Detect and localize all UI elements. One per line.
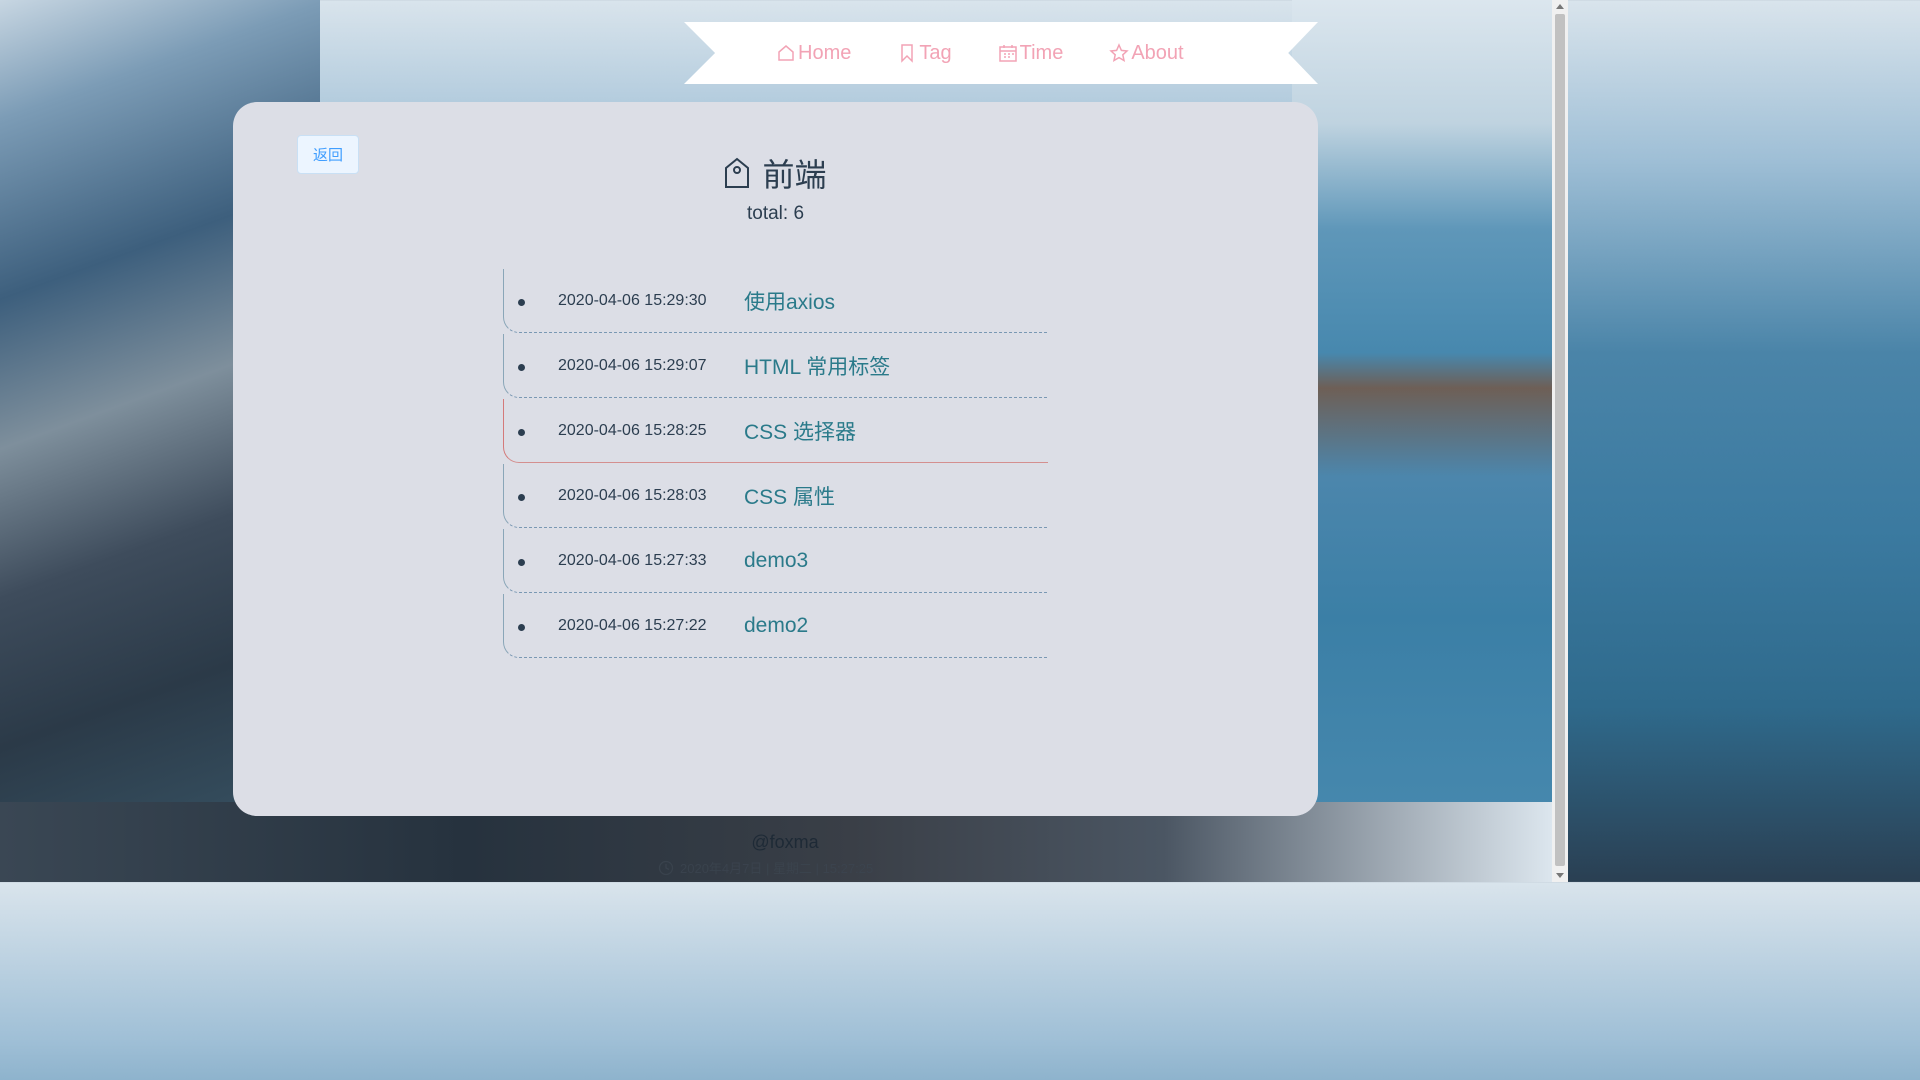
bullet-dot (518, 624, 525, 631)
post-date: 2020-04-06 15:27:33 (558, 551, 707, 569)
nav-item-about[interactable]: About (1109, 41, 1184, 65)
tag-name: 前端 (762, 157, 827, 193)
post-timeline: 2020-04-06 15:29:30 使用axios 2020-04-06 1… (503, 269, 1048, 659)
list-item: 2020-04-06 15:28:03 CSS 属性 (503, 464, 1048, 528)
vertical-scrollbar[interactable] (1552, 0, 1568, 882)
clock-icon (658, 860, 674, 875)
post-total-count: total: 6 (746, 203, 805, 224)
calendar-icon (998, 45, 1017, 62)
top-navigation: Home Tag Time About (684, 22, 1318, 84)
bullet-dot (518, 429, 525, 436)
nav-item-label: Tag (919, 41, 952, 64)
bullet-dot (518, 559, 525, 566)
page-title: 前端 (233, 150, 1318, 196)
post-title-link[interactable]: demo3 (744, 549, 808, 573)
footer-datetime: 2020年4月7日 | 星期二 | 15:27:25 (680, 861, 874, 876)
tag-icon (725, 157, 750, 188)
list-item: 2020-04-06 15:27:22 demo2 (503, 594, 1048, 658)
nav-item-time[interactable]: Time (998, 41, 1064, 65)
footer-clock: 2020年4月7日 | 星期二 | 15:27:25 (658, 858, 873, 877)
list-item: 2020-04-06 15:28:25 CSS 选择器 (503, 399, 1048, 463)
post-title-link[interactable]: demo2 (744, 614, 808, 638)
post-title-link[interactable]: CSS 选择器 (744, 416, 856, 446)
list-item: 2020-04-06 15:29:07 HTML 常用标签 (503, 334, 1048, 398)
post-date: 2020-04-06 15:28:25 (558, 421, 707, 439)
post-title-link[interactable]: 使用axios (744, 286, 835, 316)
post-date: 2020-04-06 15:27:22 (558, 616, 707, 634)
post-title-link[interactable]: HTML 常用标签 (744, 351, 890, 381)
bullet-dot (518, 299, 525, 306)
post-date: 2020-04-06 15:29:07 (558, 356, 707, 374)
nav-item-label: About (1131, 41, 1184, 64)
post-date: 2020-04-06 15:28:03 (558, 486, 707, 504)
bookmark-icon (901, 44, 914, 63)
star-icon (1109, 43, 1130, 62)
post-date: 2020-04-06 15:29:30 (558, 291, 707, 309)
nav-item-home[interactable]: Home (776, 42, 851, 65)
footer-email: @foxma (751, 832, 819, 852)
background-painting-right (1292, 0, 1552, 882)
home-icon (778, 45, 794, 61)
bullet-dot (518, 364, 525, 371)
list-item: 2020-04-06 15:27:33 demo3 (503, 529, 1048, 593)
tag-detail-card: 返回 前端 total: 6 2020-04-06 15:29:30 使用axi… (233, 102, 1318, 816)
post-title-link[interactable]: CSS 属性 (744, 481, 835, 511)
nav-item-label: Home (798, 41, 852, 64)
list-item: 2020-04-06 15:29:30 使用axios (503, 269, 1048, 333)
nav-item-tag[interactable]: Tag (897, 41, 952, 65)
bullet-dot (518, 494, 525, 501)
nav-item-label: Time (1019, 41, 1064, 64)
scroll-up-icon[interactable] (1556, 4, 1564, 9)
scrollbar-thumb[interactable] (1555, 14, 1565, 866)
scroll-down-icon[interactable] (1556, 873, 1564, 878)
